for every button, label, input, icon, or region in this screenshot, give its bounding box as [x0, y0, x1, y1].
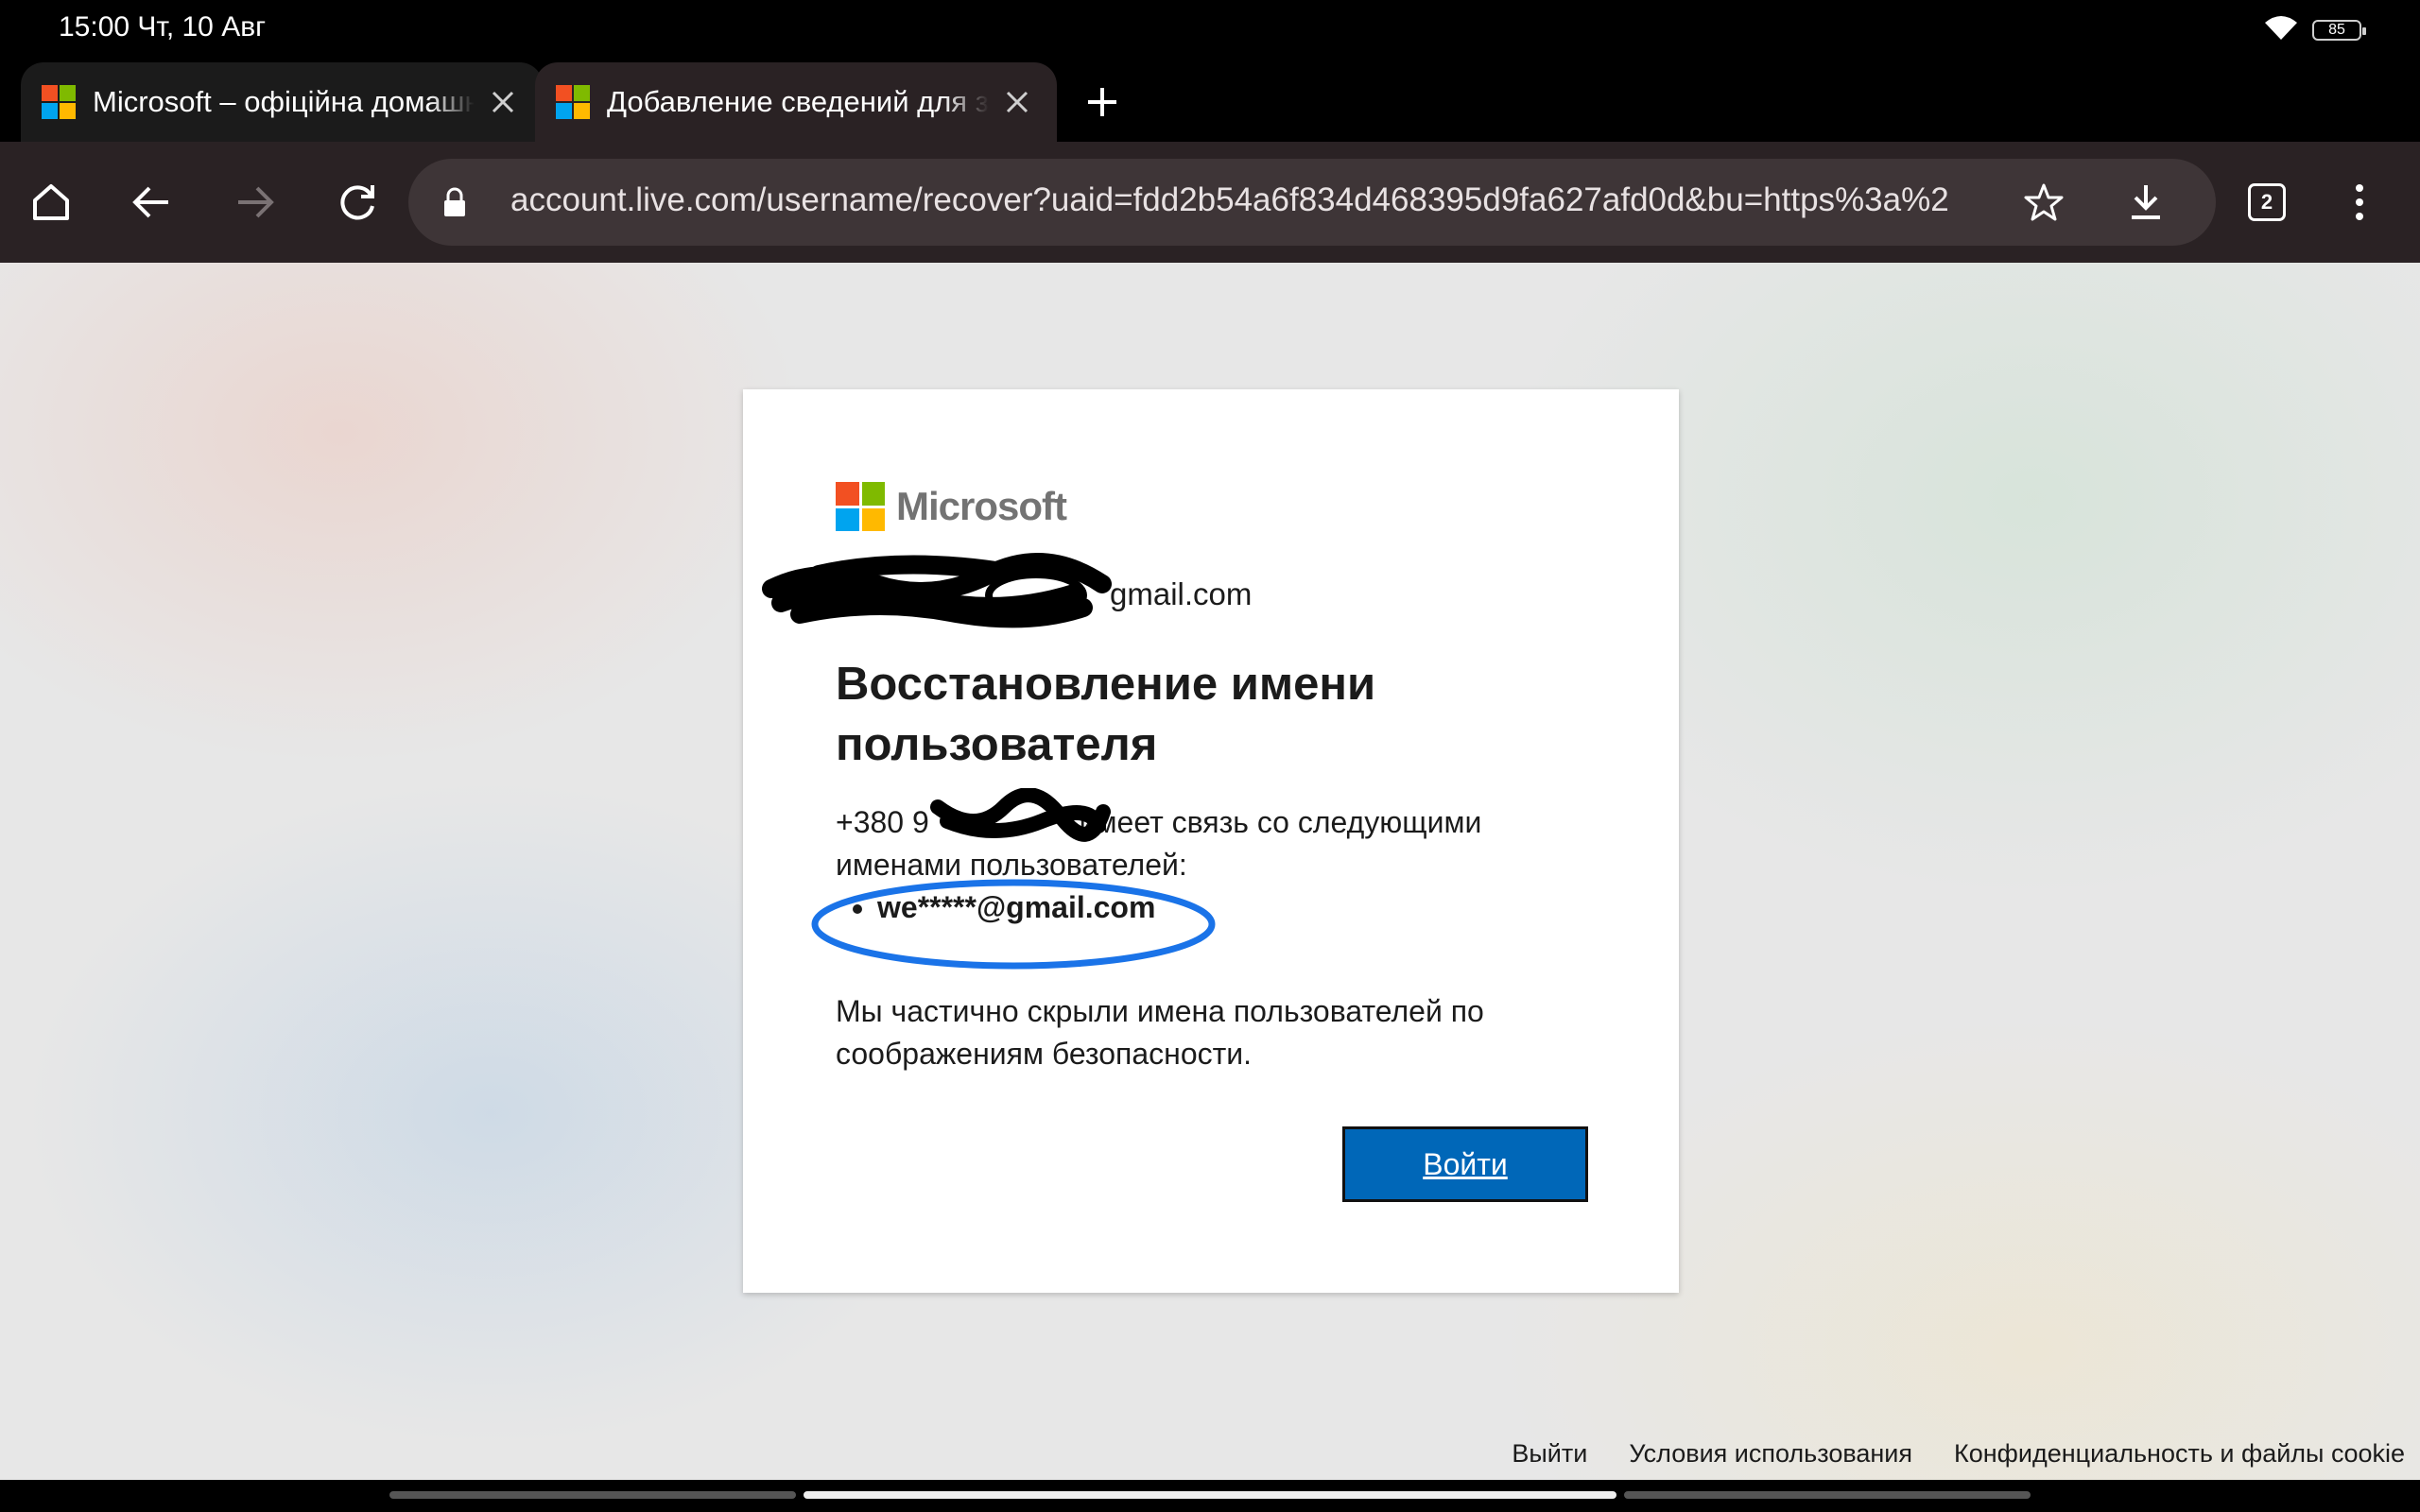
back-button[interactable] [123, 174, 180, 231]
download-icon[interactable] [2118, 174, 2174, 231]
lock-icon [442, 187, 467, 222]
tab-title: Добавление сведений для защиты [607, 85, 989, 118]
browser-toolbar: account.live.com/username/recover?uaid=f… [0, 142, 2420, 263]
home-button[interactable] [23, 174, 79, 231]
close-icon[interactable] [484, 83, 522, 121]
system-nav-bar [0, 1480, 2420, 1512]
url-text[interactable]: account.live.com/username/recover?uaid=f… [510, 181, 1995, 219]
web-page: Microsoft gmail.com Восстановление имени… [0, 263, 2420, 1480]
tab-add-security-info[interactable]: Добавление сведений для защиты [535, 62, 1057, 142]
battery-icon: 85 [2312, 19, 2366, 41]
tab-title: Microsoft – офіційна домашня сторінка [93, 85, 475, 118]
microsoft-logo-icon [556, 85, 590, 119]
tab-strip: Microsoft – офіційна домашня сторінка До… [0, 57, 2420, 142]
microsoft-logo-icon [836, 482, 885, 531]
status-bar: 15:00 Чт, 10 Авг 85 [0, 0, 2420, 57]
page-title: Восстановление имени пользователя [836, 659, 1376, 770]
tab-microsoft-home[interactable]: Microsoft – офіційна домашня сторінка [21, 62, 543, 142]
address-bar[interactable]: account.live.com/username/recover?uaid=f… [408, 159, 2216, 246]
page-footer: Выйти Условия использования Конфиденциал… [1512, 1439, 2405, 1469]
more-menu-icon[interactable] [2331, 174, 2388, 231]
footer-link-terms[interactable]: Условия использования [1629, 1439, 1912, 1469]
redaction-scribble [930, 788, 1111, 842]
nav-handle-center[interactable] [804, 1491, 1616, 1499]
username-item: we*****@gmail.com [877, 890, 1155, 925]
reload-button[interactable] [329, 174, 386, 231]
nav-handle-right[interactable] [1624, 1491, 2031, 1499]
redaction-scribble [762, 553, 1112, 628]
wifi-icon [2263, 13, 2299, 46]
footer-link-signout[interactable]: Выйти [1512, 1439, 1587, 1469]
microsoft-logo-icon [42, 85, 76, 119]
recovery-card: Microsoft gmail.com Восстановление имени… [743, 389, 1679, 1293]
footer-link-privacy[interactable]: Конфиденциальность и файлы cookie [1954, 1439, 2405, 1469]
account-identity: gmail.com [762, 553, 1497, 628]
brand-name: Microsoft [896, 484, 1067, 528]
phone-prefix: +380 9 [836, 805, 929, 839]
close-icon[interactable] [998, 83, 1036, 121]
privacy-note: Мы частично скрыли имена пользователей п… [836, 994, 1484, 1071]
bookmark-star-icon[interactable] [2015, 174, 2072, 231]
username-list: we*****@gmail.com [836, 890, 1155, 925]
status-time: 15:00 Чт, 10 Авг [59, 11, 267, 43]
new-tab-button[interactable] [1078, 77, 1127, 127]
microsoft-logo: Microsoft [836, 482, 1067, 531]
tab-switcher-button[interactable]: 2 [2248, 183, 2286, 221]
nav-handle-left[interactable] [389, 1491, 796, 1499]
status-icons: 85 [2263, 13, 2366, 46]
forward-button[interactable] [227, 174, 284, 231]
sign-in-button[interactable]: Войти [1342, 1126, 1588, 1202]
